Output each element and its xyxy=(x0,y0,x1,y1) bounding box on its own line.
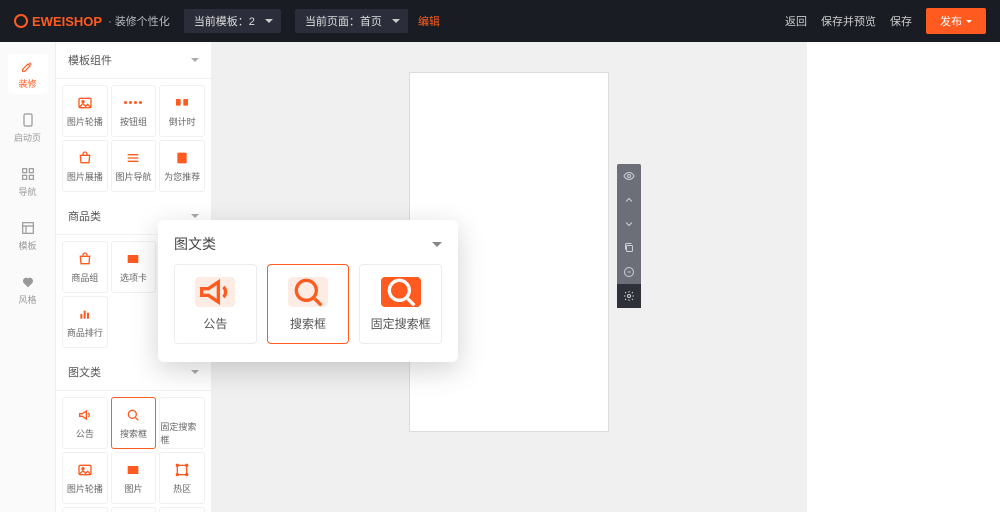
component-tile[interactable]: 图片 xyxy=(111,452,157,504)
clock-icon xyxy=(172,95,192,111)
tile-label: 搜索框 xyxy=(120,427,147,440)
edit-link[interactable]: 编辑 xyxy=(418,13,440,29)
component-tile[interactable]: 图片导航 xyxy=(111,140,157,192)
tool-copy-icon[interactable] xyxy=(617,236,641,260)
component-tile[interactable]: 图片展播 xyxy=(62,507,108,512)
popover-tile-label: 搜索框 xyxy=(290,315,326,332)
save-preview-button[interactable]: 保存并预览 xyxy=(821,13,876,29)
bag-icon xyxy=(75,150,95,166)
rail-item-decor[interactable]: 装修 xyxy=(8,54,48,94)
popover-tile-label: 固定搜索框 xyxy=(371,315,431,332)
brand-text: EWEISHOP xyxy=(32,14,102,29)
save-button[interactable]: 保存 xyxy=(890,13,912,29)
template-select[interactable]: 当前模板：2 xyxy=(184,9,281,33)
popover-title[interactable]: 图文类 xyxy=(174,234,442,264)
component-tile[interactable]: 搜索框 xyxy=(111,397,157,449)
tool-down-icon[interactable] xyxy=(617,212,641,236)
breadcrumb: · 装修个性化 xyxy=(108,13,170,29)
component-tile[interactable]: 魔方 xyxy=(111,507,157,512)
rail-item-nav[interactable]: 导航 xyxy=(8,162,48,202)
tile-label: 为您推荐 xyxy=(164,170,200,183)
component-tile[interactable]: 图片轮播 xyxy=(62,85,108,137)
tile-label: 按钮组 xyxy=(120,115,147,128)
tile-label: 图片轮播 xyxy=(67,482,103,495)
search-icon xyxy=(123,407,143,423)
popover-tile[interactable]: 公告 xyxy=(174,264,257,344)
decor-icon xyxy=(20,58,36,74)
tile-label: 倒计时 xyxy=(169,115,196,128)
brand-logo: EWEISHOP xyxy=(14,14,102,29)
tile-label: 热区 xyxy=(173,482,191,495)
component-tile[interactable]: 图片轮播 xyxy=(62,452,108,504)
right-pane xyxy=(806,42,1000,512)
component-tile[interactable]: 为您推荐 xyxy=(159,140,205,192)
lines-icon xyxy=(123,150,143,166)
component-tile[interactable]: 图片展播 xyxy=(62,140,108,192)
tile-label: 图片轮播 xyxy=(67,115,103,128)
tool-settings-icon[interactable] xyxy=(617,284,641,308)
tool-eye-icon[interactable] xyxy=(617,164,641,188)
publish-button[interactable]: 发布 xyxy=(926,8,986,34)
component-tile[interactable]: 固定搜索框 xyxy=(159,397,205,449)
bag-icon xyxy=(75,251,95,267)
top-bar: EWEISHOP · 装修个性化 当前模板：2 当前页面：首页 编辑 返回 保存… xyxy=(0,0,1000,42)
blank-icon xyxy=(172,400,192,416)
tile-label: 图片展播 xyxy=(67,170,103,183)
start-icon xyxy=(20,112,36,128)
tile-label: 图片 xyxy=(124,482,142,495)
rail-item-template[interactable]: 模板 xyxy=(8,216,48,256)
component-tile[interactable]: 选项卡 xyxy=(111,241,157,293)
tile-label: 公告 xyxy=(76,427,94,440)
square-icon xyxy=(172,462,192,478)
template-icon xyxy=(20,220,36,236)
popover-tile[interactable]: 搜索框 xyxy=(267,264,350,344)
tile-label: 选项卡 xyxy=(120,271,147,284)
tile-label: 商品排行 xyxy=(67,326,103,339)
popover-tile[interactable]: 固定搜索框 xyxy=(359,264,442,344)
page-select[interactable]: 当前页面：首页 xyxy=(295,9,408,33)
horn-icon xyxy=(75,407,95,423)
category-popover: 图文类 公告 搜索框 固定搜索框 xyxy=(158,220,458,362)
component-tile[interactable]: 热区 xyxy=(159,452,205,504)
card-icon xyxy=(123,251,143,267)
search-icon xyxy=(381,277,421,307)
badge-icon xyxy=(172,150,192,166)
nav-icon xyxy=(20,166,36,182)
component-tile[interactable]: 列表导航 xyxy=(159,507,205,512)
back-button[interactable]: 返回 xyxy=(785,13,807,29)
rail-item-start[interactable]: 启动页 xyxy=(8,108,48,148)
search-icon xyxy=(288,277,328,307)
tool-delete-icon[interactable] xyxy=(617,260,641,284)
tile-label: 商品组 xyxy=(71,271,98,284)
image-icon xyxy=(75,95,95,111)
popover-tile-label: 公告 xyxy=(203,315,227,332)
image-icon xyxy=(75,462,95,478)
style-icon xyxy=(20,274,36,290)
tile-label: 固定搜索框 xyxy=(160,420,204,446)
card-icon xyxy=(123,462,143,478)
section-head[interactable]: 模板组件 xyxy=(56,42,211,79)
component-tile[interactable]: 按钮组 xyxy=(111,85,157,137)
float-toolbar xyxy=(617,164,641,308)
rail-item-style[interactable]: 风格 xyxy=(8,270,48,310)
component-tile[interactable]: 倒计时 xyxy=(159,85,205,137)
horn-icon xyxy=(195,277,235,307)
side-rail: 装修启动页导航模板风格 xyxy=(0,42,56,512)
bars-icon xyxy=(75,306,95,322)
component-tile[interactable]: 公告 xyxy=(62,397,108,449)
component-tile[interactable]: 商品排行 xyxy=(62,296,108,348)
component-tile[interactable]: 商品组 xyxy=(62,241,108,293)
tool-up-icon[interactable] xyxy=(617,188,641,212)
logo-icon xyxy=(14,14,28,28)
dots-icon xyxy=(123,95,143,111)
tile-label: 图片导航 xyxy=(115,170,151,183)
